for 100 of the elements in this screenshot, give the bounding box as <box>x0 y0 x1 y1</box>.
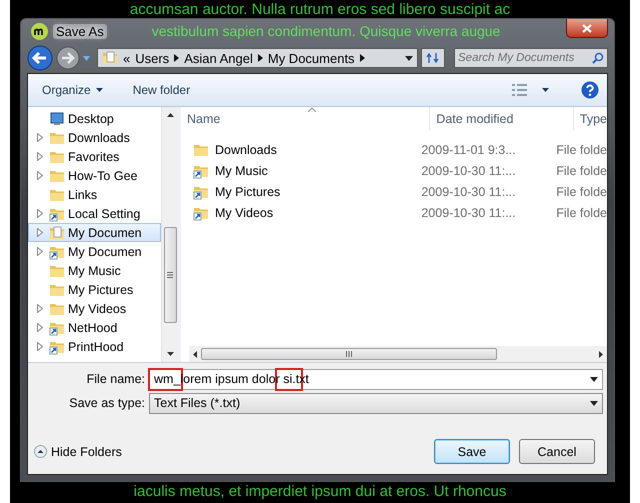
background-text: vestibulum sapien condimentum. Quisque viverra augue <box>152 23 500 39</box>
folder-label: PrintHood <box>68 340 124 354</box>
scrollbar-thumb[interactable] <box>164 227 176 323</box>
folder-label: My Videos <box>68 302 126 316</box>
dropdown-arrow-icon <box>590 376 598 382</box>
folder-tree-item[interactable]: NetHood <box>28 318 161 337</box>
folder-label: How-To Gee <box>68 168 138 182</box>
file-name[interactable]: My Pictures <box>215 184 280 198</box>
folder-label: Downloads <box>68 130 130 144</box>
save-as-type-dropdown[interactable]: Text Files (*.txt) <box>149 392 603 414</box>
date-modified: 2009-10-30 11:... <box>420 164 517 178</box>
grip-icon <box>167 272 173 278</box>
folder-label: My Pictures <box>68 282 134 296</box>
view-list-icon[interactable] <box>512 83 528 97</box>
expand-triangle-icon <box>37 323 43 332</box>
file-name[interactable]: Downloads <box>215 142 277 156</box>
new-folder-button[interactable]: New folder <box>126 80 196 100</box>
folder-tree-item[interactable]: My Documen <box>28 242 161 261</box>
column-header[interactable]: Type <box>574 107 607 131</box>
refresh-arrows-icon <box>426 52 440 64</box>
folder-tree-item[interactable]: How-To Gee <box>28 166 161 185</box>
close-icon <box>582 24 592 32</box>
scroll-right-icon <box>599 350 603 358</box>
folder-label: NetHood <box>68 320 118 334</box>
scroll-down-icon <box>166 352 174 356</box>
folder-label: Desktop <box>68 112 114 126</box>
folder-tree-item[interactable]: My Documen <box>28 223 161 242</box>
folder-tree-item[interactable]: Links <box>28 185 161 204</box>
organize-menu[interactable]: Organize <box>36 80 109 100</box>
file-type: File folde <box>555 142 607 156</box>
dropdown-arrow-icon[interactable] <box>405 56 414 60</box>
background-text: iaculis metus, et imperdiet ipsum dui at eros. Ut rhoncus <box>132 484 508 500</box>
close-button[interactable] <box>566 19 608 38</box>
dropdown-arrow-icon <box>590 400 598 406</box>
date-modified: 2009-10-30 11:... <box>420 206 517 220</box>
breadcrumb[interactable]: Users <box>135 50 170 66</box>
folder-tree-item[interactable]: My Music <box>28 261 161 280</box>
file-type: File folde <box>555 206 607 220</box>
column-header[interactable]: Name <box>181 107 430 131</box>
dialog-button[interactable]: Cancel <box>519 439 595 464</box>
search-icon <box>592 52 604 64</box>
field-label: Save as type: <box>68 396 146 410</box>
date-modified: 2009-10-30 11:... <box>420 184 517 198</box>
folder-label: Links <box>68 188 98 202</box>
document-folder-icon <box>102 50 118 66</box>
forward-button[interactable] <box>56 46 80 70</box>
caret-icon <box>96 88 103 92</box>
expand-triangle-icon <box>37 228 43 237</box>
breadcrumb[interactable]: Asian Angel <box>184 50 253 66</box>
column-header[interactable]: Date modified <box>430 107 574 131</box>
expand-triangle-icon <box>37 209 43 218</box>
folder-tree-item[interactable]: Downloads <box>28 128 161 147</box>
folder-label: Local Setting <box>68 206 140 220</box>
search-field[interactable]: Search My Documents <box>454 48 608 68</box>
overflow-chevron[interactable]: « <box>123 50 130 66</box>
expand-triangle-icon <box>37 342 43 351</box>
hide-folders-button[interactable]: Hide Folders <box>34 444 122 458</box>
vertical-scrollbar[interactable] <box>161 107 178 362</box>
folder-tree-item[interactable]: My Videos <box>28 299 161 318</box>
expand-triangle-icon <box>37 247 43 256</box>
back-button[interactable] <box>27 45 53 71</box>
horizontal-scrollbar[interactable] <box>189 346 607 362</box>
grip-icon <box>346 351 352 357</box>
dialog-button[interactable]: Save <box>434 439 510 464</box>
expand-triangle-icon <box>37 133 43 142</box>
file-name[interactable]: My Music <box>215 164 268 178</box>
folder-tree-item[interactable]: PrintHood <box>28 337 161 356</box>
folder-label: My Music <box>68 264 121 278</box>
folder-label: My Documen <box>68 244 142 258</box>
document-folder-icon <box>49 224 65 240</box>
refresh-button[interactable] <box>421 48 445 68</box>
app-logo-icon <box>31 22 48 40</box>
folder-label: My Documen <box>68 226 142 240</box>
folder-tree-item[interactable]: Favorites <box>28 147 161 166</box>
expand-triangle-icon <box>37 152 43 161</box>
scrollbar-thumb[interactable] <box>201 348 497 360</box>
chevron-right-icon[interactable] <box>360 54 365 62</box>
expand-triangle-icon <box>37 171 43 180</box>
folder-tree-item[interactable]: Desktop <box>28 109 161 128</box>
address-bar[interactable]: « Users Asian Angel My Documents <box>97 48 418 68</box>
file-type: File folde <box>555 164 607 178</box>
file-type: File folde <box>555 184 607 198</box>
chevron-right-icon[interactable] <box>258 54 263 62</box>
folder-tree-item[interactable]: My Pictures <box>28 280 161 299</box>
folder-tree-item[interactable]: Local Setting <box>28 204 161 223</box>
caret-icon[interactable] <box>542 88 549 92</box>
history-dropdown-icon[interactable] <box>83 56 90 60</box>
scroll-left-icon <box>193 350 197 358</box>
collapse-up-icon <box>34 445 47 458</box>
expand-triangle-icon <box>37 304 43 313</box>
breadcrumb[interactable]: My Documents <box>268 50 355 66</box>
desktop-icon <box>49 110 65 126</box>
file-name[interactable]: My Videos <box>215 206 274 220</box>
help-icon[interactable] <box>581 81 599 99</box>
folder-label: Favorites <box>68 150 120 164</box>
background-text: accumsan auctor. Nulla rutrum eros sed libero suscipit ac <box>128 2 512 18</box>
date-modified: 2009-11-01 9:3... <box>420 142 517 156</box>
scroll-up-icon <box>166 113 174 117</box>
chevron-right-icon[interactable] <box>174 54 180 62</box>
field-label: File name: <box>86 372 146 386</box>
